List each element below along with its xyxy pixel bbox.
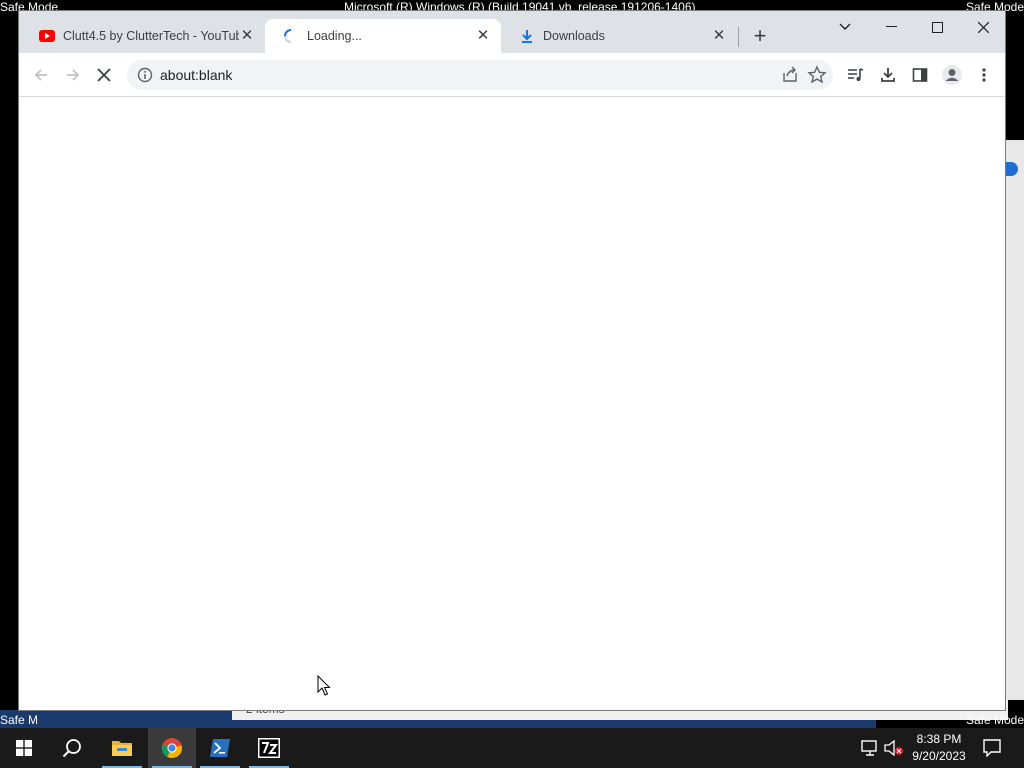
taskbar-chrome[interactable] (148, 728, 196, 768)
forward-button[interactable] (59, 61, 87, 89)
tab-title: Downloads (543, 29, 605, 43)
stop-loading-button[interactable] (90, 61, 118, 89)
close-tab-icon[interactable]: ✕ (475, 28, 491, 44)
search-button[interactable] (48, 728, 96, 768)
browser-toolbar: about:blank (19, 53, 1005, 97)
clock-time: 8:38 PM (916, 732, 962, 746)
tab-downloads[interactable]: Downloads ✕ (501, 19, 737, 53)
minimize-button[interactable] (868, 13, 914, 41)
system-clock[interactable]: 8:38 PM 9/20/2023 (906, 731, 972, 765)
tab-title: Clutt4.5 by ClutterTech - YouTube (63, 29, 239, 43)
chrome-window: Clutt4.5 by ClutterTech - YouTube ✕ Load… (18, 10, 1006, 711)
page-content[interactable] (19, 97, 1005, 710)
7zip-icon (258, 738, 280, 758)
volume-muted-icon[interactable] (884, 738, 904, 758)
close-window-button[interactable] (960, 13, 1006, 41)
taskbar-7zip[interactable] (245, 728, 293, 768)
background-window-icon (1006, 162, 1018, 176)
background-window-edge (1006, 140, 1024, 700)
maximize-button[interactable] (914, 13, 960, 41)
clock-date: 9/20/2023 (912, 749, 966, 763)
tab-search-button[interactable] (822, 13, 868, 41)
side-panel-button[interactable] (906, 61, 934, 89)
taskbar-file-explorer[interactable] (98, 728, 146, 768)
tab-youtube[interactable]: Clutt4.5 by ClutterTech - YouTube ✕ (21, 19, 265, 53)
kebab-menu-icon (982, 68, 986, 82)
bookmark-star-icon[interactable] (807, 65, 827, 85)
forward-arrow-icon (67, 69, 80, 81)
back-button[interactable] (27, 61, 55, 89)
youtube-icon (39, 28, 55, 44)
tab-loading[interactable]: Loading... ✕ (265, 19, 501, 53)
powershell-icon (210, 739, 230, 757)
safe-mode-label-bottom-left: Safe M (0, 713, 39, 727)
side-panel-icon (912, 68, 928, 82)
download-toolbar-icon (881, 68, 895, 82)
address-bar[interactable]: about:blank (127, 60, 833, 90)
start-button[interactable] (0, 728, 48, 768)
profile-button[interactable] (938, 61, 966, 89)
downloads-button[interactable] (874, 61, 902, 89)
safe-mode-label-bottom-right: Safe Mode (965, 713, 1024, 727)
loading-spinner-icon (283, 28, 299, 44)
taskbar-powershell[interactable] (196, 728, 244, 768)
tab-strip: Clutt4.5 by ClutterTech - YouTube ✕ Load… (19, 11, 1005, 53)
notification-center-icon[interactable] (982, 738, 1002, 758)
mouse-cursor-icon (317, 675, 331, 696)
media-queue-icon (848, 68, 864, 81)
share-icon[interactable] (781, 66, 799, 84)
info-icon[interactable] (137, 67, 153, 83)
search-icon (62, 739, 81, 758)
windows-start-icon (16, 740, 32, 756)
tab-separator (738, 27, 739, 47)
new-tab-button[interactable]: + (747, 25, 773, 49)
menu-button[interactable] (970, 61, 998, 89)
taskbar: 8:38 PM 9/20/2023 (0, 728, 1024, 768)
network-icon[interactable] (860, 738, 880, 758)
back-arrow-icon (34, 69, 47, 81)
stop-icon (97, 68, 111, 82)
avatar-icon (942, 65, 962, 85)
close-tab-icon[interactable]: ✕ (239, 28, 255, 44)
file-explorer-icon (112, 741, 132, 756)
address-text[interactable]: about:blank (160, 67, 232, 83)
tab-title: Loading... (307, 29, 362, 43)
close-tab-icon[interactable]: ✕ (711, 28, 727, 44)
chrome-icon (161, 738, 183, 759)
download-icon (519, 28, 535, 44)
media-control-button[interactable] (842, 61, 870, 89)
